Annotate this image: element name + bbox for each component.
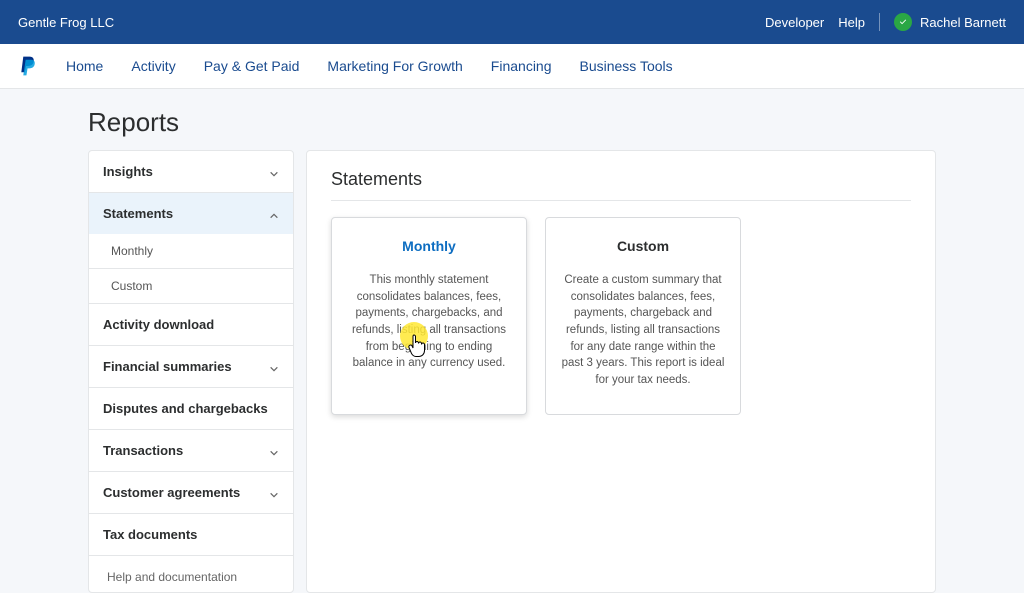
sidebar-item-transactions[interactable]: Transactions <box>89 430 293 472</box>
card-custom-title: Custom <box>560 238 726 254</box>
nav-financing[interactable]: Financing <box>491 58 552 74</box>
card-monthly[interactable]: Monthly This monthly statement consolida… <box>331 217 527 415</box>
nav-marketing[interactable]: Marketing For Growth <box>327 58 462 74</box>
top-bar: Gentle Frog LLC Developer Help Rachel Ba… <box>0 0 1024 44</box>
sidebar-item-customer-agreements[interactable]: Customer agreements <box>89 472 293 514</box>
sidebar-label-statements: Statements <box>103 206 173 221</box>
content-row: Insights Statements Monthly Custom Activ… <box>88 150 936 593</box>
statement-cards: Monthly This monthly statement consolida… <box>331 217 911 415</box>
chevron-down-icon <box>269 488 279 498</box>
main-nav: Home Activity Pay & Get Paid Marketing F… <box>0 44 1024 89</box>
sidebar-label-transactions: Transactions <box>103 443 183 458</box>
card-custom-desc: Create a custom summary that consolidate… <box>560 272 726 389</box>
topbar-divider <box>879 13 880 31</box>
sidebar-help-docs[interactable]: Help and documentation <box>89 555 293 592</box>
reports-sidebar: Insights Statements Monthly Custom Activ… <box>88 150 294 593</box>
sidebar-item-disputes[interactable]: Disputes and chargebacks <box>89 388 293 430</box>
sidebar-label-financial-summaries: Financial summaries <box>103 359 232 374</box>
help-link[interactable]: Help <box>838 15 865 30</box>
card-monthly-title: Monthly <box>346 238 512 254</box>
paypal-logo-icon[interactable] <box>18 55 38 77</box>
top-bar-right: Developer Help Rachel Barnett <box>765 13 1006 31</box>
sidebar-label-insights: Insights <box>103 164 153 179</box>
page-body: Reports Insights Statements Monthly Cust… <box>0 89 1024 593</box>
sidebar-label-customer-agreements: Customer agreements <box>103 485 240 500</box>
sidebar-item-insights[interactable]: Insights <box>89 151 293 193</box>
user-menu[interactable]: Rachel Barnett <box>894 13 1006 31</box>
nav-business-tools[interactable]: Business Tools <box>580 58 673 74</box>
section-rule <box>331 200 911 201</box>
chevron-up-icon <box>269 209 279 219</box>
card-monthly-desc: This monthly statement consolidates bala… <box>346 272 512 372</box>
nav-pay-get-paid[interactable]: Pay & Get Paid <box>204 58 300 74</box>
sidebar-item-statements[interactable]: Statements <box>89 193 293 234</box>
main-area: Statements Monthly This monthly statemen… <box>306 150 936 593</box>
page-title: Reports <box>88 107 936 138</box>
avatar-icon <box>894 13 912 31</box>
company-name: Gentle Frog LLC <box>18 15 114 30</box>
chevron-down-icon <box>269 167 279 177</box>
sidebar-item-activity-download[interactable]: Activity download <box>89 304 293 346</box>
sidebar-item-financial-summaries[interactable]: Financial summaries <box>89 346 293 388</box>
sidebar-sub-custom[interactable]: Custom <box>89 269 293 304</box>
chevron-down-icon <box>269 362 279 372</box>
sidebar-sub-monthly[interactable]: Monthly <box>89 234 293 269</box>
sidebar-item-tax-documents[interactable]: Tax documents <box>89 514 293 555</box>
developer-link[interactable]: Developer <box>765 15 824 30</box>
nav-activity[interactable]: Activity <box>131 58 175 74</box>
sidebar-label-disputes: Disputes and chargebacks <box>103 401 268 416</box>
user-name: Rachel Barnett <box>920 15 1006 30</box>
sidebar-label-activity-download: Activity download <box>103 317 214 332</box>
nav-home[interactable]: Home <box>66 58 103 74</box>
card-custom[interactable]: Custom Create a custom summary that cons… <box>545 217 741 415</box>
sidebar-label-tax-documents: Tax documents <box>103 527 197 542</box>
section-title: Statements <box>331 169 911 190</box>
chevron-down-icon <box>269 446 279 456</box>
